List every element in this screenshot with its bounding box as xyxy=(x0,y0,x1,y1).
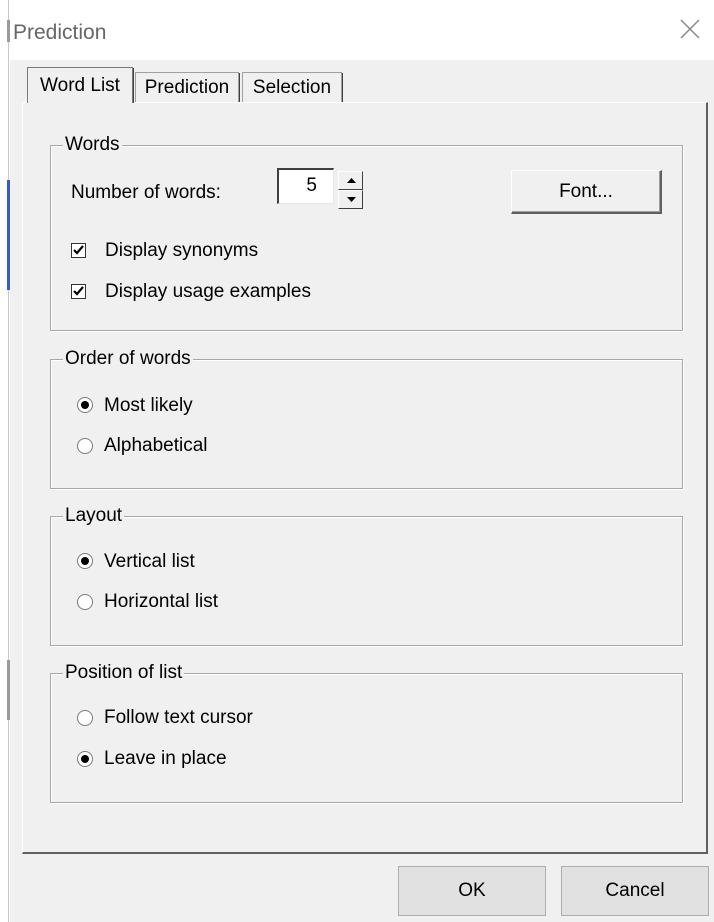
alphabetical-label: Alphabetical xyxy=(104,435,208,456)
background-window-edge xyxy=(0,0,10,922)
arrow-down-icon xyxy=(347,197,356,202)
radio-follow-text-cursor[interactable] xyxy=(77,710,93,726)
most-likely-label: Most likely xyxy=(104,395,193,416)
order-group: Order of words xyxy=(50,347,683,489)
font-button[interactable]: Font... xyxy=(511,170,662,214)
layout-group: Layout xyxy=(50,504,683,646)
position-group-legend: Position of list xyxy=(63,661,185,685)
radio-leave-in-place[interactable] xyxy=(77,751,93,767)
words-group-legend: Words xyxy=(63,133,122,157)
spin-down-button[interactable] xyxy=(338,190,363,209)
font-button-label: Font... xyxy=(559,181,613,202)
close-icon xyxy=(680,19,700,39)
radio-most-likely[interactable] xyxy=(77,397,93,413)
order-group-legend: Order of words xyxy=(63,347,193,371)
tab-word-list-label: Word List xyxy=(40,75,120,96)
display-synonyms-label: Display synonyms xyxy=(105,240,259,261)
cancel-button-label: Cancel xyxy=(605,880,665,901)
tab-prediction[interactable]: Prediction xyxy=(135,72,240,102)
radio-horizontal-list[interactable] xyxy=(77,594,93,610)
tab-prediction-label: Prediction xyxy=(144,77,230,98)
window-title: Prediction xyxy=(13,21,107,44)
checkmark-icon xyxy=(73,286,84,296)
tab-word-list[interactable]: Word List xyxy=(27,67,134,103)
radio-vertical-list[interactable] xyxy=(77,553,93,569)
number-of-words-label: Number of words: xyxy=(71,182,221,203)
cancel-button[interactable]: Cancel xyxy=(561,866,709,916)
title-bar: Prediction xyxy=(10,0,714,60)
arrow-up-icon xyxy=(347,178,356,183)
tab-selection-label: Selection xyxy=(252,77,332,98)
tab-selection[interactable]: Selection xyxy=(242,72,343,102)
layout-group-legend: Layout xyxy=(63,504,125,528)
ok-button[interactable]: OK xyxy=(398,866,546,916)
follow-text-cursor-label: Follow text cursor xyxy=(104,707,253,728)
spin-up-button[interactable] xyxy=(338,171,363,190)
radio-alphabetical[interactable] xyxy=(77,438,93,454)
ok-button-label: OK xyxy=(458,880,486,901)
number-of-words-input[interactable]: 5 xyxy=(277,168,334,204)
vertical-list-label: Vertical list xyxy=(104,551,195,572)
display-usage-checkbox[interactable] xyxy=(71,284,86,299)
checkmark-icon xyxy=(73,245,84,255)
leave-in-place-label: Leave in place xyxy=(104,748,227,769)
close-button[interactable] xyxy=(666,8,714,52)
display-synonyms-checkbox[interactable] xyxy=(71,243,86,258)
position-group: Position of list xyxy=(50,661,683,803)
display-usage-label: Display usage examples xyxy=(105,281,311,302)
horizontal-list-label: Horizontal list xyxy=(104,591,219,612)
